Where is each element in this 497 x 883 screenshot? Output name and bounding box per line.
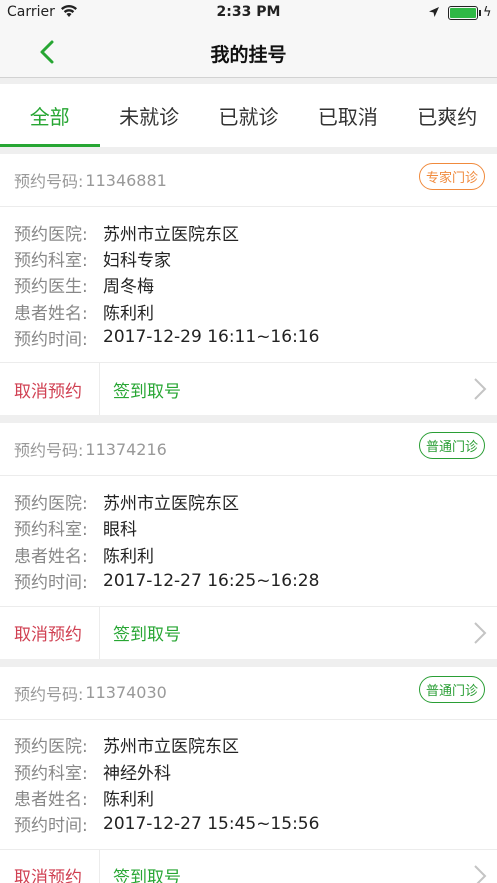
appointment-card: 预约号码: 11346881 专家门诊 预约医院: 苏州市立医院东区 预约科室: 妇… — [0, 154, 497, 416]
detail-row: 患者姓名: 陈利利 — [14, 541, 483, 567]
detail-row: 预约科室: 眼科 — [14, 515, 483, 541]
detail-value: 陈利利 — [103, 303, 154, 324]
navigation-bar: 我的挂号 — [0, 26, 497, 78]
appointment-number: 11346881 — [85, 170, 167, 190]
check-in-button[interactable]: 签到取号 — [100, 377, 181, 402]
detail-key: 预约科室: — [14, 520, 88, 541]
detail-value: 2017-12-27 16:25~16:28 — [103, 570, 320, 591]
detail-row: 预约科室: 神经外科 — [14, 758, 483, 784]
detail-value: 陈利利 — [103, 546, 154, 567]
detail-value: 神经外科 — [103, 763, 171, 784]
cancel-appointment-button[interactable]: 取消预约 — [0, 606, 100, 659]
detail-key: 预约医院: — [14, 224, 88, 245]
detail-row: 预约时间: 2017-12-27 16:25~16:28 — [14, 567, 483, 594]
detail-row: 患者姓名: 陈利利 — [14, 298, 483, 324]
detail-row: 预约医院: 苏州市立医院东区 — [14, 219, 483, 245]
number-label: 预约号码: — [14, 441, 84, 461]
number-label: 预约号码: — [14, 172, 84, 191]
detail-value: 妇科专家 — [103, 250, 171, 271]
detail-key: 预约时间: — [14, 816, 88, 837]
appointment-number: 11374216 — [85, 439, 167, 459]
battery-icon — [448, 6, 478, 20]
detail-value: 陈利利 — [103, 789, 154, 810]
clinic-type-badge: 普通门诊 — [418, 675, 485, 703]
detail-value: 苏州市立医院东区 — [103, 494, 239, 515]
detail-value: 苏州市立医院东区 — [103, 224, 239, 245]
check-in-button[interactable]: 签到取号 — [100, 620, 181, 645]
page-title: 我的挂号 — [210, 44, 287, 66]
detail-row: 预约医生: 周冬梅 — [14, 272, 483, 298]
status-tabs: 全部 未就诊 已就诊 已取消 已爽约 — [0, 84, 497, 147]
clock: 2:33 PM — [216, 4, 281, 20]
card-actions: 取消预约 签到取号 — [0, 849, 497, 883]
detail-key: 预约医生: — [14, 277, 88, 298]
card-details: 预约医院: 苏州市立医院东区 预约科室: 眼科 患者姓名: 陈利利 预约时间: 2017… — [0, 476, 497, 607]
chevron-right-icon[interactable] — [473, 621, 487, 645]
tab-no-show[interactable]: 已爽约 — [398, 84, 497, 147]
detail-value: 周冬梅 — [103, 277, 154, 298]
detail-key: 患者姓名: — [14, 546, 88, 567]
tab-cancelled[interactable]: 已取消 — [298, 84, 397, 147]
tab-not-visited[interactable]: 未就诊 — [99, 84, 198, 147]
battery-tip — [479, 10, 481, 16]
detail-row: 预约科室: 妇科专家 — [14, 245, 483, 271]
card-actions: 取消预约 签到取号 — [0, 363, 497, 416]
detail-key: 预约医院: — [14, 737, 88, 758]
card-details: 预约医院: 苏州市立医院东区 预约科室: 妇科专家 预约医生: 周冬梅 患者姓名: 陈利… — [0, 207, 497, 364]
tab-all[interactable]: 全部 — [0, 84, 101, 147]
cancel-appointment-button[interactable]: 取消预约 — [0, 849, 100, 883]
appointment-card: 预约号码: 11374030 普通门诊 预约医院: 苏州市立医院东区 预约科室: 神… — [0, 666, 497, 883]
clinic-type-badge: 普通门诊 — [418, 432, 485, 460]
charging-icon: ϟ — [483, 5, 492, 20]
detail-row: 预约医院: 苏州市立医院东区 — [14, 732, 483, 758]
cancel-appointment-button[interactable]: 取消预约 — [0, 363, 100, 416]
detail-key: 预约科室: — [14, 763, 88, 784]
detail-row: 患者姓名: 陈利利 — [14, 784, 483, 810]
card-details: 预约医院: 苏州市立医院东区 预约科室: 神经外科 患者姓名: 陈利利 预约时间: 20… — [0, 720, 497, 850]
chevron-right-icon[interactable] — [473, 864, 487, 883]
status-bar: Carrier 2:33 PM ϟ — [0, 0, 497, 26]
appointment-number: 11374030 — [85, 683, 167, 703]
location-arrow-icon — [429, 7, 439, 17]
detail-value: 2017-12-27 15:45~15:56 — [103, 813, 320, 834]
detail-row: 预约时间: 2017-12-27 15:45~15:56 — [14, 811, 483, 837]
detail-value: 苏州市立医院东区 — [103, 737, 239, 758]
card-header: 预约号码: 11374216 普通门诊 — [0, 423, 497, 477]
detail-row: 预约时间: 2017-12-29 16:11~16:16 — [14, 324, 483, 350]
check-in-button[interactable]: 签到取号 — [100, 863, 181, 883]
card-header: 预约号码: 11346881 专家门诊 — [0, 154, 497, 207]
chevron-right-icon[interactable] — [473, 377, 487, 401]
clinic-type-badge: 专家门诊 — [418, 163, 485, 190]
detail-key: 患者姓名: — [14, 789, 88, 810]
detail-value: 2017-12-29 16:11~16:16 — [103, 327, 320, 348]
card-header: 预约号码: 11374030 普通门诊 — [0, 667, 497, 720]
detail-key: 预约科室: — [14, 250, 88, 271]
card-actions: 取消预约 签到取号 — [0, 606, 497, 659]
detail-row: 预约医院: 苏州市立医院东区 — [14, 488, 483, 514]
detail-key: 预约时间: — [14, 573, 88, 594]
detail-key: 预约时间: — [14, 329, 88, 350]
tab-visited[interactable]: 已就诊 — [199, 84, 298, 147]
detail-key: 患者姓名: — [14, 303, 88, 324]
appointment-list: 预约号码: 11346881 专家门诊 预约医院: 苏州市立医院东区 预约科室: 妇… — [0, 154, 497, 883]
appointment-card: 预约号码: 11374216 普通门诊 预约医院: 苏州市立医院东区 预约科室: 眼… — [0, 423, 497, 659]
detail-key: 预约医院: — [14, 494, 88, 515]
number-label: 预约号码: — [14, 684, 84, 704]
detail-value: 眼科 — [103, 520, 137, 541]
